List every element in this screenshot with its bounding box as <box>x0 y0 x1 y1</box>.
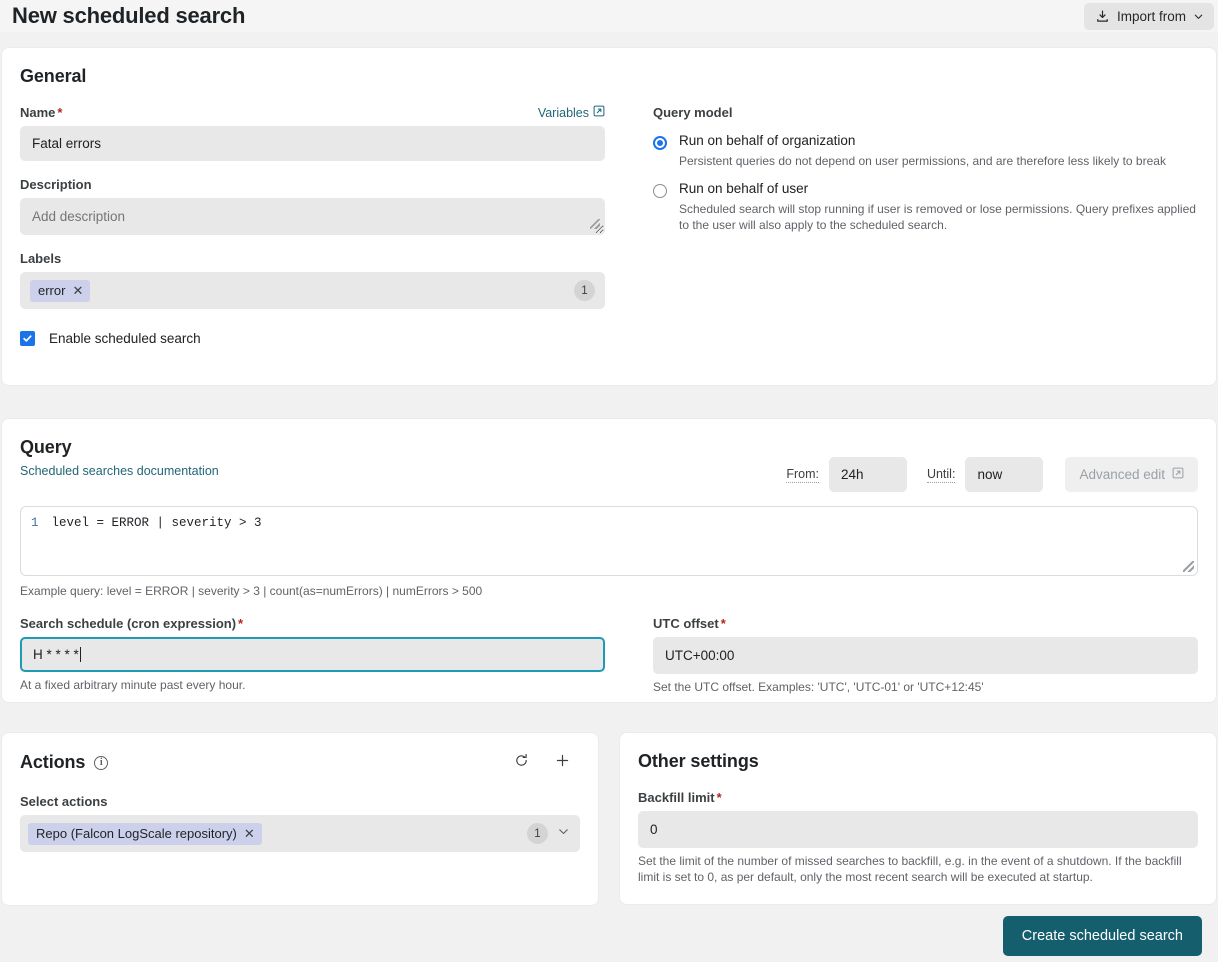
from-label: From: <box>786 466 819 483</box>
backfill-limit-label: Backfill limit * <box>638 790 722 805</box>
close-icon[interactable]: ✕ <box>244 827 255 840</box>
backfill-limit-helper-text: Set the limit of the number of missed se… <box>638 854 1182 884</box>
query-editor-text: level = ERROR | severity > 3 <box>51 516 262 530</box>
cron-helper-text: At a fixed arbitrary minute past every h… <box>20 678 246 692</box>
chevron-down-icon[interactable] <box>557 825 570 843</box>
footer-actions: Create scheduled search <box>1002 916 1202 956</box>
label-chip[interactable]: error ✕ <box>30 279 91 302</box>
required-marker: * <box>238 616 244 631</box>
name-field-group: Name * Variables Fatal errors <box>20 105 605 161</box>
select-actions-dropdown[interactable]: Repo (Falcon LogScale repository) ✕ 1 <box>20 815 580 852</box>
close-icon[interactable]: ✕ <box>72 284 83 297</box>
backfill-limit-input[interactable]: 0 <box>638 811 1198 848</box>
action-chip[interactable]: Repo (Falcon LogScale repository) ✕ <box>28 822 262 845</box>
labels-label: Labels <box>20 251 62 266</box>
page-root: New scheduled search Import from General <box>0 0 1218 962</box>
label-chip-text: error <box>38 282 66 298</box>
refresh-icon[interactable] <box>508 751 535 774</box>
advanced-edit-button[interactable]: Advanced edit <box>1065 457 1198 492</box>
page-title: New scheduled search <box>12 3 246 28</box>
scheduled-searches-documentation-link[interactable]: Scheduled searches documentation <box>20 464 219 478</box>
description-textarea[interactable] <box>20 198 605 235</box>
variables-label: Variables <box>537 105 589 120</box>
radio-option-organization[interactable]: Run on behalf of organization Persistent… <box>653 133 1198 169</box>
cron-field-group: Search schedule (cron expression) * H * *… <box>20 616 605 695</box>
until-value-field[interactable]: now <box>965 457 1044 492</box>
radio-option-user[interactable]: Run on behalf of user Scheduled search w… <box>653 181 1198 233</box>
page-header: New scheduled search Import from <box>0 0 1218 32</box>
chevron-down-icon <box>1193 11 1204 22</box>
labels-field-group: Labels error ✕ 1 <box>20 251 605 309</box>
cron-label: Search schedule (cron expression) * <box>20 616 244 631</box>
import-from-label: Import from <box>1116 8 1186 24</box>
name-label: Name * <box>20 105 63 120</box>
required-marker: * <box>57 105 63 120</box>
advanced-edit-label: Advanced edit <box>1079 467 1165 482</box>
backfill-limit-group: Backfill limit * 0 Set the limit of the n… <box>638 790 1198 885</box>
text-caret <box>79 647 81 662</box>
query-panel: Query Scheduled searches documentation F… <box>2 419 1216 702</box>
cron-input[interactable]: H * * * * <box>20 637 605 672</box>
select-actions-label: Select actions <box>20 794 108 809</box>
labels-count-badge: 1 <box>574 280 595 301</box>
required-marker: * <box>720 616 726 631</box>
query-example-text: Example query: level = ERROR | severity … <box>20 584 483 598</box>
actions-panel: Actions i Select actions Repo (Falcon Lo… <box>2 733 598 905</box>
enable-scheduled-search-row[interactable]: Enable scheduled search <box>20 331 605 346</box>
external-link-icon <box>593 105 605 120</box>
variables-link[interactable]: Variables <box>538 105 605 120</box>
from-value-field[interactable]: 24h <box>828 457 907 492</box>
radio-user-label: Run on behalf of user <box>679 181 809 196</box>
radio-organization-label: Run on behalf of organization <box>679 133 856 148</box>
import-download-icon <box>1095 9 1110 24</box>
create-scheduled-search-button[interactable]: Create scheduled search <box>1002 916 1202 956</box>
until-label: Until: <box>926 466 956 483</box>
import-from-button[interactable]: Import from <box>1083 2 1214 30</box>
query-model-group: Query model Run on behalf of organizatio… <box>653 105 1198 346</box>
other-settings-panel: Other settings Backfill limit * 0 Set the… <box>620 733 1216 904</box>
general-title: General <box>20 66 87 86</box>
actions-count-badge: 1 <box>527 823 548 844</box>
action-chip-text: Repo (Falcon LogScale repository) <box>36 825 237 841</box>
name-input[interactable]: Fatal errors <box>20 126 605 161</box>
radio-organization-input[interactable] <box>653 136 667 150</box>
utc-offset-input[interactable]: UTC+00:00 <box>653 637 1198 674</box>
description-label: Description <box>20 177 92 192</box>
utc-offset-label: UTC offset * <box>653 616 726 631</box>
other-settings-title: Other settings <box>638 751 759 771</box>
query-title: Query <box>20 437 72 457</box>
external-link-icon <box>1172 467 1184 482</box>
query-editor-resize-grip[interactable] <box>1183 561 1194 572</box>
plus-icon[interactable] <box>549 751 576 774</box>
labels-input[interactable]: error ✕ 1 <box>20 272 605 309</box>
query-editor-line-number: 1 <box>31 516 39 530</box>
enable-scheduled-search-label: Enable scheduled search <box>49 331 201 346</box>
select-actions-group: Select actions Repo (Falcon LogScale rep… <box>20 794 580 852</box>
radio-user-input[interactable] <box>653 184 667 198</box>
actions-title: Actions <box>20 752 86 772</box>
info-icon[interactable]: i <box>94 755 109 770</box>
utc-offset-field-group: UTC offset * UTC+00:00 Set the UTC offset… <box>653 616 1198 695</box>
enable-scheduled-search-checkbox[interactable] <box>20 331 35 346</box>
description-field-group: Description <box>20 177 605 235</box>
query-editor[interactable]: 1 level = ERROR | severity > 3 <box>20 506 1198 576</box>
utc-offset-helper-text: Set the UTC offset. Examples: 'UTC', 'UT… <box>653 680 984 694</box>
radio-organization-description: Persistent queries do not depend on user… <box>679 154 1166 168</box>
query-model-title: Query model <box>653 105 733 120</box>
required-marker: * <box>716 790 722 805</box>
radio-user-description: Scheduled search will stop running if us… <box>679 202 1196 232</box>
general-panel: General Name * Variables Fatal errors De… <box>2 48 1216 385</box>
